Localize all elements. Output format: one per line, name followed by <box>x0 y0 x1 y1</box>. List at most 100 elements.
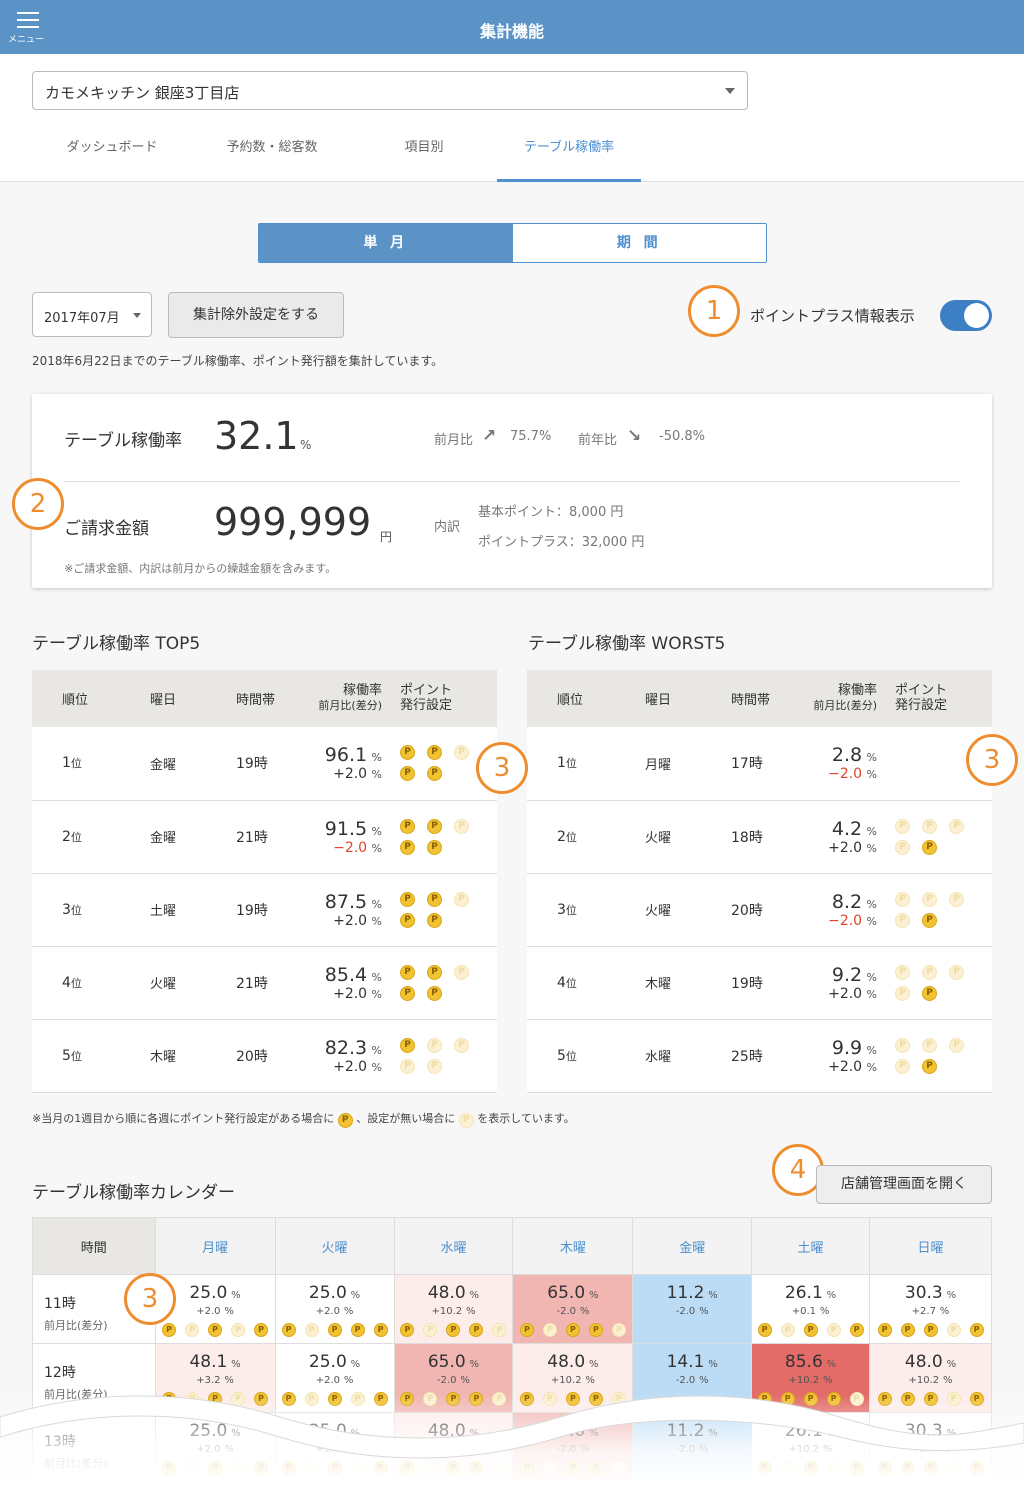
tab-dashboard[interactable]: ダッシュボード <box>32 124 192 182</box>
cal-diff: +2.0 <box>315 1375 340 1386</box>
segment-single-month[interactable]: 単 月 <box>259 224 513 262</box>
coin-on-icon: P <box>588 1323 603 1337</box>
cal-cell[interactable]: 11.2 % -2.0 % <box>632 1274 753 1344</box>
cal-rate: 11.2 <box>666 1421 705 1441</box>
coin-row: PPPPP <box>395 1392 513 1406</box>
coin-row: PPPPP <box>156 1323 275 1337</box>
cal-diff: +10.2 <box>908 1375 940 1386</box>
coin-off-icon: P <box>350 1392 365 1406</box>
point-toggle-label: ポイントプラス情報表示 <box>750 307 915 325</box>
cal-cell[interactable]: 14.1 % -2.0 % <box>632 1343 753 1413</box>
cal-cell[interactable]: 25.0 % +2.0 % P P P P P <box>274 1343 395 1413</box>
coin-on-icon: P <box>469 1392 484 1406</box>
month-select[interactable]: 2017年07月 <box>32 292 152 337</box>
segment-period[interactable]: 期 間 <box>512 224 766 262</box>
day-cell: 火曜 <box>615 800 701 874</box>
rate-unit: % <box>469 1359 480 1370</box>
cal-cell[interactable]: 25.0 % +2.0 % P P P P P <box>274 1274 395 1344</box>
mom-label: 前月比 <box>434 433 474 448</box>
cal-cell[interactable]: 48.0 % +10.2 % P P P P P <box>512 1343 634 1413</box>
coin-off-icon: P <box>304 1461 319 1475</box>
day-cell: 金曜 <box>120 800 206 874</box>
coin-on-icon: P <box>162 1461 177 1475</box>
coin-row: PPPPP <box>276 1323 394 1337</box>
day-cell: 火曜 <box>615 873 701 947</box>
coin-off-icon: P <box>922 1037 937 1053</box>
day-cell: 金曜 <box>120 727 206 801</box>
coin-off-icon: P <box>949 1037 964 1053</box>
coin-on-icon: P <box>923 1323 938 1337</box>
coin-row: PPPPP <box>156 1392 275 1406</box>
rate-unit: % <box>231 1290 241 1301</box>
coin-off-icon: P <box>895 839 910 855</box>
rate-cell: 4.2 % +2.0 % <box>787 800 877 874</box>
cal-cell[interactable]: 65.0 % -2.0 % P P P P P <box>512 1274 634 1344</box>
coin-on-icon: P <box>400 1323 415 1337</box>
time-cell: 17時 <box>701 727 787 801</box>
cal-cell[interactable]: 48.1 % +3.2 % P P P P P <box>154 1343 276 1413</box>
coin-legend-note: ※当月の1週目から順に各週にポイント発行設定がある場合に P 、設定が無い場合に… <box>32 1110 575 1128</box>
tab-reservations[interactable]: 予約数・総客数 <box>192 124 352 182</box>
cal-sub-label: 前月比(差分) <box>44 1388 108 1401</box>
rate-unit: % <box>939 1444 950 1455</box>
coin-row: PPPPP <box>276 1461 394 1475</box>
cal-rate: 26.1 <box>784 1283 823 1303</box>
cal-cell[interactable]: 30.3 % +2.7 % P P P P P <box>869 1274 992 1344</box>
cal-cell[interactable]: 65.0 % -2.0 % P P P P P <box>512 1412 634 1482</box>
time-cell: 21時 <box>206 946 292 1020</box>
coin-on-icon: P <box>469 1461 484 1475</box>
toggle-knob <box>964 303 989 328</box>
cal-cell[interactable]: 11.2 % -2.0 % <box>632 1412 753 1482</box>
cal-rate: 25.0 <box>308 1283 347 1303</box>
callout-1: 1 <box>688 285 740 337</box>
point-cell: PPPPPP <box>877 946 992 1020</box>
point-toggle[interactable] <box>940 300 992 331</box>
table-row: 3位火曜20時8.2 %−2.0 %PPPPPP <box>527 873 992 947</box>
coin-on-icon: P <box>469 1323 484 1337</box>
cal-cell[interactable]: 85.6 % +10.2 % P P P P P <box>751 1343 870 1413</box>
rank-suffix: 位 <box>565 830 577 844</box>
coin-row: PPPPP <box>752 1323 869 1337</box>
cal-rate: 48.0 <box>904 1352 943 1372</box>
coin-grid: PPPPPP <box>895 964 976 1001</box>
cal-col-time: 時間 <box>32 1217 156 1275</box>
cal-cell[interactable]: 26.1 % +0.1 % P P P P P <box>751 1274 870 1344</box>
coin-off-icon: P <box>946 1323 961 1337</box>
coin-on-icon: P <box>969 1461 984 1475</box>
coin-on-icon: P <box>446 1392 461 1406</box>
coin-row: PPPPP <box>156 1461 275 1475</box>
cal-cell[interactable]: 25.0 % +2.0 % P P P P P <box>154 1412 276 1482</box>
rate-unit: % <box>588 1359 599 1370</box>
coin-off-icon: P <box>458 1113 474 1128</box>
tab-table-rate[interactable]: テーブル稼働率 <box>497 124 641 182</box>
rate-value: 82.3 <box>324 1036 368 1059</box>
coin-row: PPPPP <box>870 1461 991 1475</box>
coin-grid: PPPPPP <box>400 1037 481 1074</box>
cal-col-day: 月曜 <box>154 1217 276 1275</box>
rate-cell: 2.8 % −2.0 % <box>787 727 877 801</box>
coin-on-icon: P <box>427 964 442 980</box>
cal-cell[interactable]: 25.0 % +2.0 % P P P P P <box>274 1412 395 1482</box>
open-store-admin-button[interactable]: 店舗管理画面を開く <box>816 1165 992 1204</box>
coin-row: PPPPP <box>752 1461 869 1475</box>
cal-cell[interactable]: 30.3 % +2.7 % P P P P P <box>869 1412 992 1482</box>
exclude-settings-button[interactable]: 集計除外設定をする <box>168 292 344 338</box>
tab-by-item[interactable]: 項目別 <box>352 124 496 182</box>
cal-cell[interactable]: 65.0 % -2.0 % P P P P P <box>393 1343 514 1413</box>
cal-cell[interactable]: 48.0 % +10.2 % P P P P P <box>869 1343 992 1413</box>
coin-on-icon: P <box>327 1392 342 1406</box>
coin-on-icon: P <box>427 912 442 928</box>
coin-on-icon: P <box>400 964 415 980</box>
cal-cell[interactable]: 48.0 % +10.2 % P P P P P <box>393 1274 514 1344</box>
breakdown-label: 内訳 <box>434 520 461 535</box>
rank-value: 4 <box>62 974 71 991</box>
store-select[interactable]: カモメキッチン 銀座3丁目店 <box>32 71 748 110</box>
coin-off-icon: P <box>454 891 469 907</box>
cal-cell[interactable]: 48.0 % +10.2 % P P P P P <box>393 1412 514 1482</box>
coin-on-icon: P <box>922 985 937 1001</box>
calendar-title: テーブル稼働率カレンダー <box>32 1183 235 1203</box>
cal-cell[interactable]: 26.1 % +10.2 % P P P P P <box>751 1412 870 1482</box>
rate-unit: % <box>588 1290 599 1301</box>
coin-on-icon: P <box>922 912 937 928</box>
rate-value: 9.9 <box>831 1036 863 1059</box>
